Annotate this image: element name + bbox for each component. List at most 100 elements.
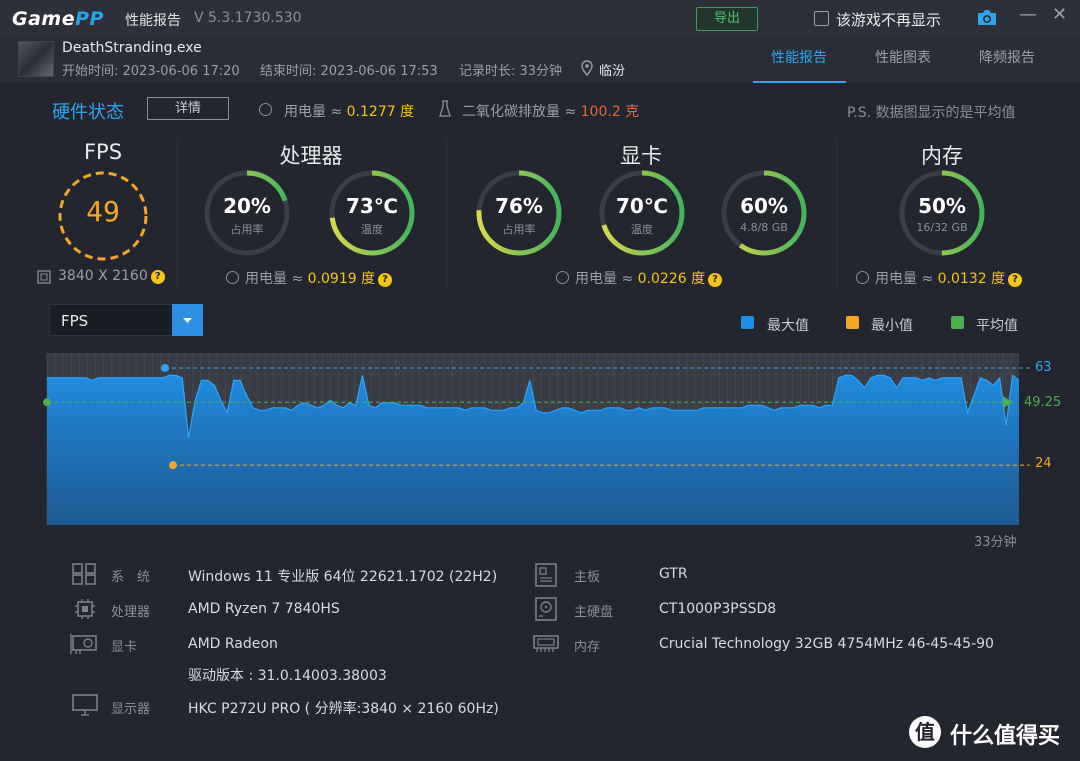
- system-icon: [72, 563, 96, 585]
- resolution-value: 3840 X 2160: [58, 268, 148, 284]
- cpu-info-value: AMD Ryzen 7 7840HS: [188, 601, 340, 617]
- process-name: DeathStranding.exe: [62, 40, 202, 56]
- gpu-temp-label: 温度: [631, 223, 653, 236]
- total-power-value: 0.1277 度: [346, 104, 415, 120]
- co2-label: 二氧化碳排放量 ≈: [462, 104, 577, 120]
- legend-avg-swatch: [951, 316, 964, 329]
- cpu-usage-value: 20%: [223, 194, 271, 218]
- help-icon[interactable]: ?: [150, 270, 165, 284]
- gamepp-logo: GamePP: [12, 8, 104, 30]
- dont-show-label[interactable]: 该游戏不再显示: [836, 9, 941, 30]
- total-power-label: 用电量 ≈: [284, 104, 343, 120]
- export-button[interactable]: 导出: [696, 7, 758, 31]
- resolution-icon: [37, 270, 51, 284]
- panel-divider: [836, 138, 837, 288]
- legend-min-swatch: [846, 316, 859, 329]
- camera-icon[interactable]: [976, 8, 998, 28]
- co2-emission: 二氧化碳排放量 ≈ 100.2 克: [462, 101, 639, 121]
- cpu-info-label: 处理器: [111, 605, 151, 620]
- cpu-title: 处理器: [279, 144, 343, 168]
- gpu-title: 显卡: [620, 144, 662, 168]
- fps-chart: [43, 353, 1030, 525]
- max-marker: [161, 363, 169, 372]
- metric-select-value[interactable]: FPS: [61, 312, 88, 330]
- total-power: 用电量 ≈ 0.1277 度: [284, 101, 414, 121]
- gpu-usage-label: 占用率: [502, 223, 536, 236]
- logo-text: Game: [12, 8, 76, 30]
- fps-title: FPS: [83, 140, 123, 164]
- location: 临汾: [599, 64, 626, 79]
- co2-icon: [439, 100, 451, 117]
- dont-show-checkbox[interactable]: [814, 11, 829, 26]
- gpu-vram-value: 60%: [740, 194, 788, 218]
- game-avatar: [18, 41, 54, 77]
- cpu-usage-label: 占用率: [230, 223, 264, 236]
- os-label: 系 统: [111, 570, 151, 585]
- cpu-power-value: 0.0919 度: [307, 271, 376, 287]
- avg-axis-label: 49.25: [1024, 395, 1062, 410]
- memory-power-value: 0.0132 度: [937, 271, 1006, 287]
- fps-resolution: 3840 X 2160?: [58, 268, 165, 284]
- os-value: Windows 11 专业版 64位 22621.1702 (22H2): [188, 569, 498, 585]
- ps-note: P.S. 数据图显示的是平均值: [847, 105, 1016, 121]
- start-time: 开始时间: 2023-06-06 17:20: [62, 64, 240, 79]
- co2-value: 100.2 克: [580, 104, 640, 120]
- gpu-temp-value: 70℃: [615, 194, 669, 218]
- power-icon: [259, 103, 272, 116]
- details-button[interactable]: 详情: [147, 97, 229, 120]
- legend-max-label: 最大值: [767, 318, 809, 334]
- min-marker: [169, 461, 177, 470]
- cpu-power-label: 用电量 ≈: [245, 271, 304, 287]
- location-icon: [581, 60, 593, 76]
- min-axis-label: 24: [1035, 456, 1052, 471]
- memory-usage-label: 16/32 GB: [916, 221, 968, 234]
- duration: 记录时长: 33分钟: [459, 64, 563, 79]
- monitor-icon: [72, 694, 98, 716]
- motherboard-icon: [535, 563, 557, 587]
- gpu-vram-label: 4.8/8 GB: [740, 221, 788, 234]
- ram-value: Crucial Technology 32GB 4754MHz 46-45-45…: [659, 636, 994, 652]
- panel-divider: [177, 138, 178, 288]
- disk-label: 主硬盘: [574, 605, 614, 620]
- legend-min-label: 最小值: [871, 318, 913, 334]
- tab-performance-report[interactable]: 性能报告: [771, 47, 827, 67]
- gpu-power-label: 用电量 ≈: [575, 271, 634, 287]
- gpu-icon: [70, 634, 97, 654]
- help-icon[interactable]: ?: [708, 273, 723, 287]
- logo-text-pp: PP: [75, 8, 104, 30]
- hardware-status-title: 硬件状态: [52, 102, 124, 123]
- memory-title: 内存: [921, 144, 963, 168]
- close-button[interactable]: ✕: [1052, 4, 1067, 25]
- gpu-power-value: 0.0226 度: [637, 271, 706, 287]
- memory-usage-value: 50%: [918, 194, 966, 218]
- legend-avg-label: 平均值: [976, 318, 1018, 334]
- disk-value: CT1000P3PSSD8: [659, 601, 777, 617]
- metric-select-toggle[interactable]: [172, 304, 203, 336]
- board-label: 主板: [574, 570, 601, 585]
- tab-performance-chart[interactable]: 性能图表: [875, 47, 931, 67]
- fps-value: 49: [86, 195, 120, 228]
- disk-icon: [535, 597, 557, 621]
- cpu-temp-value: 73℃: [345, 194, 399, 218]
- power-icon: [556, 271, 569, 284]
- minimize-button[interactable]: —: [1019, 4, 1037, 25]
- avg-marker: [43, 398, 51, 407]
- tab-throttle-report[interactable]: 降频报告: [979, 47, 1035, 67]
- chevron-down-icon: [183, 318, 192, 323]
- help-icon[interactable]: ?: [378, 273, 393, 287]
- board-value: GTR: [659, 566, 688, 582]
- help-icon[interactable]: ?: [1008, 273, 1023, 287]
- memory-icon: [533, 635, 559, 652]
- watermark-text: 什么值得买: [950, 724, 1061, 749]
- active-tab-indicator: [753, 81, 846, 83]
- cpu-temp-label: 温度: [361, 223, 383, 236]
- panel-divider: [446, 138, 447, 288]
- cpu-icon: [75, 599, 95, 619]
- end-time: 结束时间: 2023-06-06 17:53: [260, 64, 438, 79]
- gpu-usage-value: 76%: [495, 194, 543, 218]
- cpu-power: 用电量 ≈ 0.0919 度?: [226, 268, 393, 288]
- ram-label: 内存: [574, 640, 601, 655]
- app-version: V 5.3.1730.530: [194, 10, 302, 26]
- memory-power: 用电量 ≈ 0.0132 度?: [856, 268, 1023, 288]
- gpu-info-value: AMD Radeon: [188, 636, 278, 652]
